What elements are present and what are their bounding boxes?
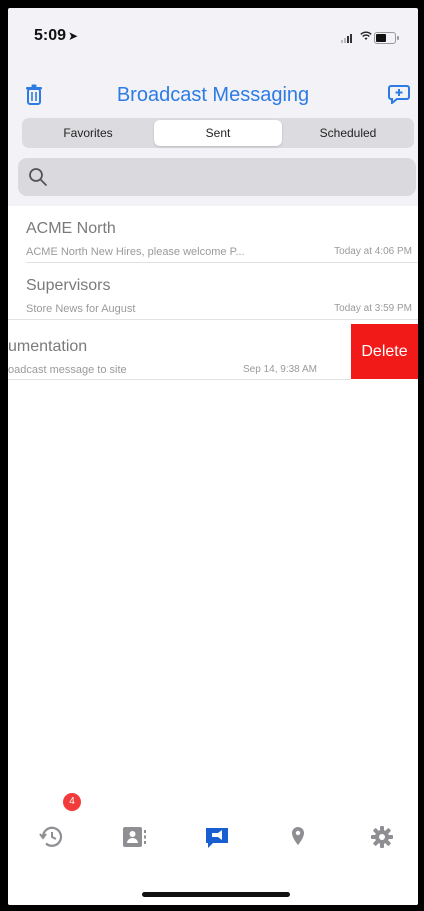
message-time: Today at 4:06 PM (334, 246, 412, 257)
location-pin-icon[interactable] (284, 823, 312, 851)
list-item-swiped[interactable]: umentation oadcast message to site Sep 1… (8, 324, 418, 379)
broadcast-icon[interactable] (203, 823, 231, 851)
segment-scheduled[interactable]: Scheduled (284, 120, 412, 146)
list-item[interactable]: ACME North ACME North New Hires, please … (8, 206, 418, 261)
battery-icon (374, 32, 399, 44)
wifi-icon (360, 30, 372, 44)
status-time: 5:09 ➤ (34, 27, 78, 45)
tab-bar: 4 (8, 768, 418, 905)
home-indicator (142, 892, 290, 897)
history-icon[interactable] (38, 823, 66, 851)
search-input[interactable] (18, 158, 416, 196)
segmented-control: Favorites Sent Scheduled (22, 118, 414, 148)
divider (8, 319, 418, 320)
message-time: Sep 14, 9:38 AM (243, 364, 317, 375)
notification-badge: 4 (63, 793, 81, 811)
message-title: Supervisors (26, 277, 111, 294)
page-title: Broadcast Messaging (116, 84, 310, 106)
contacts-icon[interactable] (120, 823, 148, 851)
message-subtitle: Store News for August (26, 303, 136, 315)
message-subtitle: ACME North New Hires, please welcome P..… (26, 246, 245, 258)
message-title: ACME North (26, 220, 116, 237)
new-broadcast-icon[interactable] (388, 84, 410, 106)
divider (8, 379, 351, 380)
screen: 5:09 ➤ Broadcast Messaging Favorites Sen… (8, 8, 418, 905)
list-item[interactable]: Supervisors Store News for August Today … (8, 263, 418, 318)
settings-gear-icon[interactable] (368, 823, 396, 851)
status-bar: 5:09 ➤ (8, 8, 418, 58)
search-icon (28, 167, 48, 187)
message-title: umentation (8, 338, 88, 355)
segment-sent[interactable]: Sent (154, 120, 282, 146)
message-list: ACME North ACME North New Hires, please … (8, 206, 418, 806)
navigation-bar: Broadcast Messaging (8, 66, 418, 116)
delete-button[interactable]: Delete (351, 324, 418, 379)
message-time: Today at 3:59 PM (334, 303, 412, 314)
location-arrow-icon: ➤ (68, 29, 79, 43)
segment-favorites[interactable]: Favorites (24, 120, 152, 146)
status-time-text: 5:09 (34, 27, 67, 44)
cellular-signal-icon (341, 33, 355, 43)
message-subtitle: oadcast message to site (8, 364, 127, 376)
